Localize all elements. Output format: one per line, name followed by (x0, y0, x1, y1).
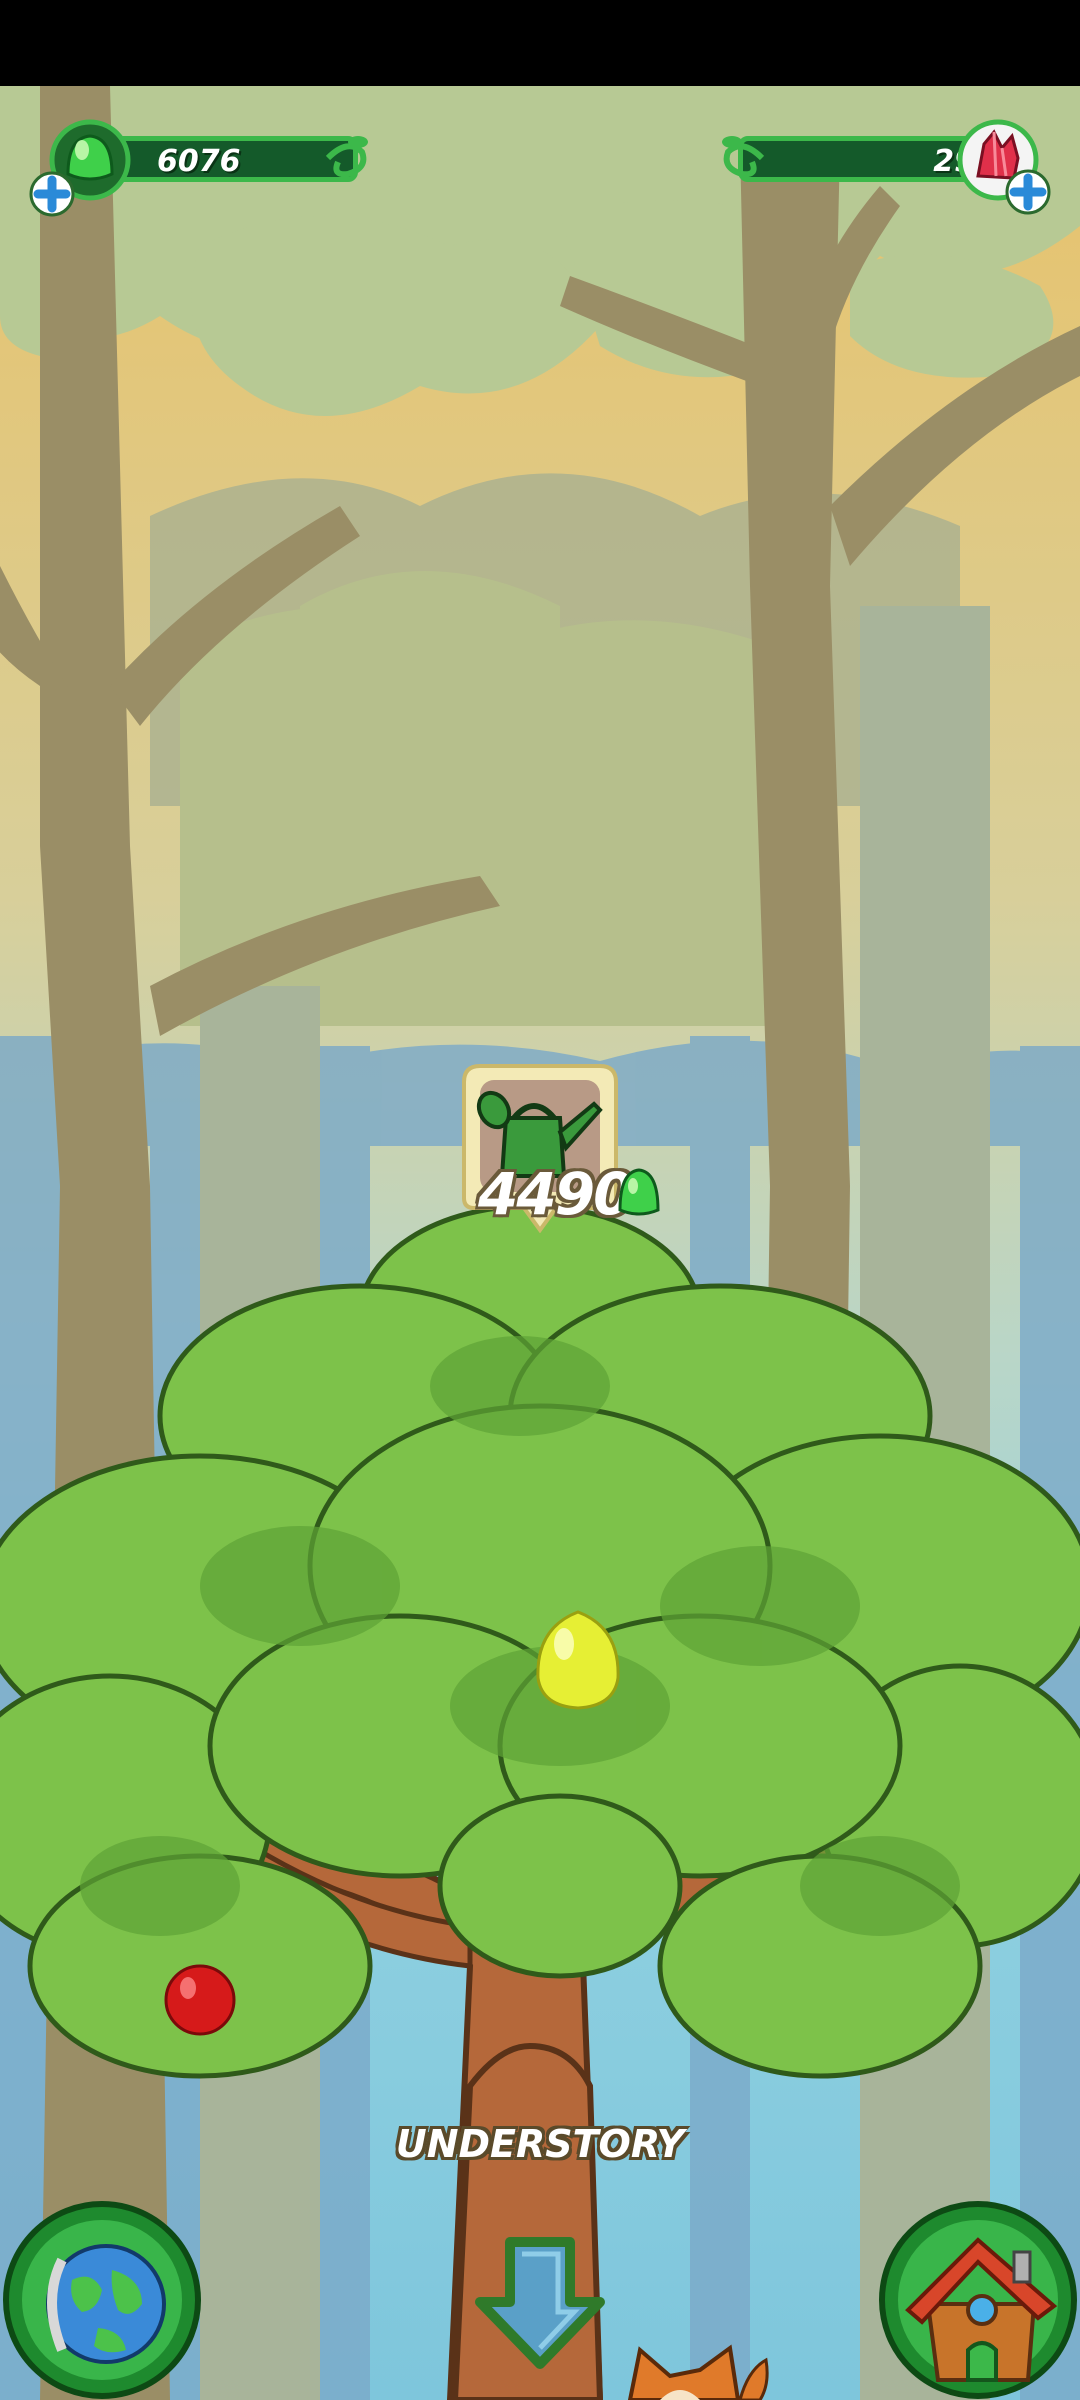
upgrade-cost: 4490 (478, 1160, 633, 1228)
red-currency-counter: 29 (722, 118, 1058, 215)
descend-button[interactable] (470, 2232, 610, 2372)
status-bar (0, 0, 1080, 86)
game-scene (0, 86, 1080, 2400)
house-button[interactable] (878, 2200, 1078, 2400)
level-name: UNDERSTORY (395, 2122, 685, 2166)
fox-character (627, 2344, 769, 2400)
green-gem-icon (618, 1168, 660, 1216)
red-fruit[interactable] (162, 1960, 238, 2040)
down-arrow-icon (475, 2237, 605, 2369)
green-currency-value: 6076 (157, 144, 241, 179)
vine-icon (722, 136, 765, 178)
green-currency-counter: 6076 (28, 118, 368, 217)
vine-icon (325, 136, 368, 178)
globe-icon (46, 2244, 166, 2364)
add-red-currency-button[interactable] (1004, 168, 1052, 216)
add-green-currency-button[interactable] (28, 170, 76, 218)
yellow-fruit[interactable] (528, 1608, 628, 1712)
globe-button[interactable] (2, 2200, 202, 2400)
